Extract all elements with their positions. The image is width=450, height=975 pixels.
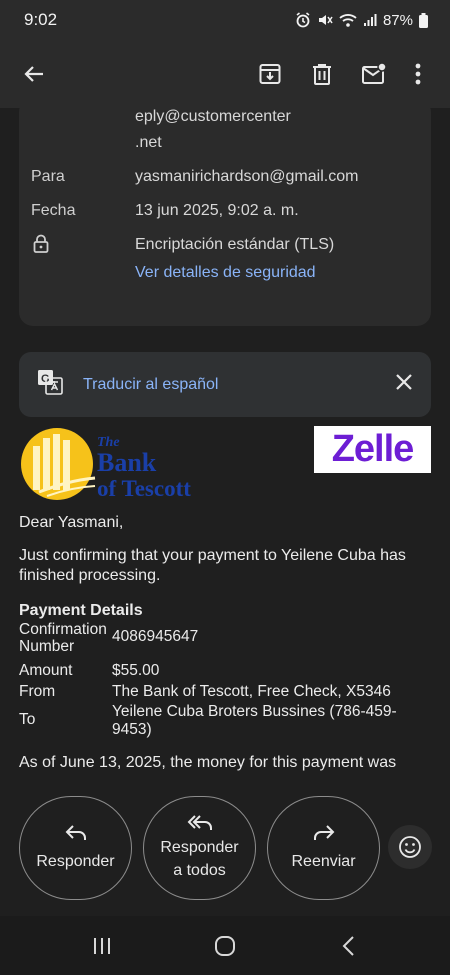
payment-details-heading: Payment Details — [19, 602, 143, 619]
arrow-left-icon — [24, 66, 43, 82]
confirmation-label: Confirmation Number — [19, 621, 107, 655]
svg-text:Bank: Bank — [97, 448, 157, 477]
greeting: Dear Yasmani, — [19, 514, 124, 531]
close-translate-button[interactable] — [395, 373, 413, 396]
emoji-icon — [399, 836, 421, 858]
recent-apps-button[interactable] — [72, 926, 132, 966]
home-button[interactable] — [195, 926, 255, 966]
from-address-part2: .net — [135, 134, 162, 151]
chevron-left-icon — [342, 935, 355, 956]
translate-banner: G Traducir al español — [19, 352, 431, 417]
mute-icon — [317, 12, 333, 28]
reply-all-icon — [187, 815, 212, 830]
mark-unread-button[interactable] — [348, 52, 400, 96]
status-bar: 9:02 87% — [0, 0, 450, 40]
encryption-value: Encriptación estándar (TLS) — [135, 236, 335, 253]
reply-all-button[interactable]: Responder a todos — [143, 796, 256, 900]
amount-value: $55.00 — [112, 662, 160, 679]
back-button[interactable] — [14, 54, 54, 94]
reply-icon — [65, 824, 86, 840]
recent-apps-icon — [93, 937, 110, 954]
lock-icon — [33, 234, 49, 258]
from-label: From — [19, 683, 56, 700]
to-payee-label: To — [19, 711, 36, 728]
from-value: The Bank of Tescott, Free Check, X5346 — [112, 683, 391, 700]
date-value: 13 jun 2025, 9:02 a. m. — [135, 202, 299, 219]
bank-of-tescott-logo: The Bank of Tescott — [19, 426, 219, 502]
emoji-reaction-button[interactable] — [388, 825, 432, 869]
security-details-link[interactable]: Ver detalles de seguridad — [135, 264, 316, 282]
translate-icon: G — [37, 369, 63, 400]
forward-button[interactable]: Reenviar — [267, 796, 380, 900]
zelle-logo: Zelle — [314, 426, 431, 473]
home-icon — [214, 935, 235, 956]
amount-label: Amount — [19, 662, 73, 679]
message-details-card: eply@customercenter .net Para yasmaniric… — [19, 108, 431, 326]
more-options-button[interactable] — [400, 52, 436, 96]
trash-icon — [313, 64, 331, 85]
battery-icon — [419, 12, 428, 28]
wifi-icon — [339, 12, 357, 28]
from-address-part1: eply@customercenter — [135, 108, 291, 125]
battery-level: 87% — [382, 11, 413, 29]
archive-icon — [259, 64, 281, 84]
to-label: Para — [31, 168, 65, 185]
reply-button[interactable]: Responder — [19, 796, 132, 900]
message-content[interactable]: eply@customercenter .net Para yasmaniric… — [0, 108, 450, 776]
forward-icon — [313, 824, 334, 840]
app-bar — [0, 40, 450, 108]
status-icons: 87% — [295, 12, 428, 29]
svg-text:of Tescott: of Tescott — [97, 476, 191, 501]
nav-back-button[interactable] — [318, 926, 378, 966]
confirmation-value: 4086945647 — [112, 628, 199, 645]
alarm-icon — [295, 12, 311, 28]
date-label: Fecha — [31, 202, 76, 219]
reply-actions: Responder Responder a todos Reenviar — [0, 776, 450, 916]
to-payee-value: Yeilene Cuba Broters Bussines (786-459-9… — [112, 703, 397, 738]
close-icon — [396, 374, 412, 390]
translate-button[interactable]: Traducir al español — [83, 376, 395, 394]
intro-text: Just confirming that your payment to Yei… — [19, 547, 406, 584]
status-time: 9:02 — [24, 10, 58, 29]
system-nav-bar — [0, 916, 450, 975]
signal-icon — [363, 13, 377, 27]
archive-button[interactable] — [244, 52, 296, 96]
closing-text: As of June 13, 2025, the money for this … — [19, 754, 397, 771]
to-value: yasmanirichardson@gmail.com — [135, 168, 359, 185]
mail-unread-icon — [362, 62, 387, 84]
more-vert-icon — [415, 63, 421, 85]
delete-button[interactable] — [296, 52, 348, 96]
